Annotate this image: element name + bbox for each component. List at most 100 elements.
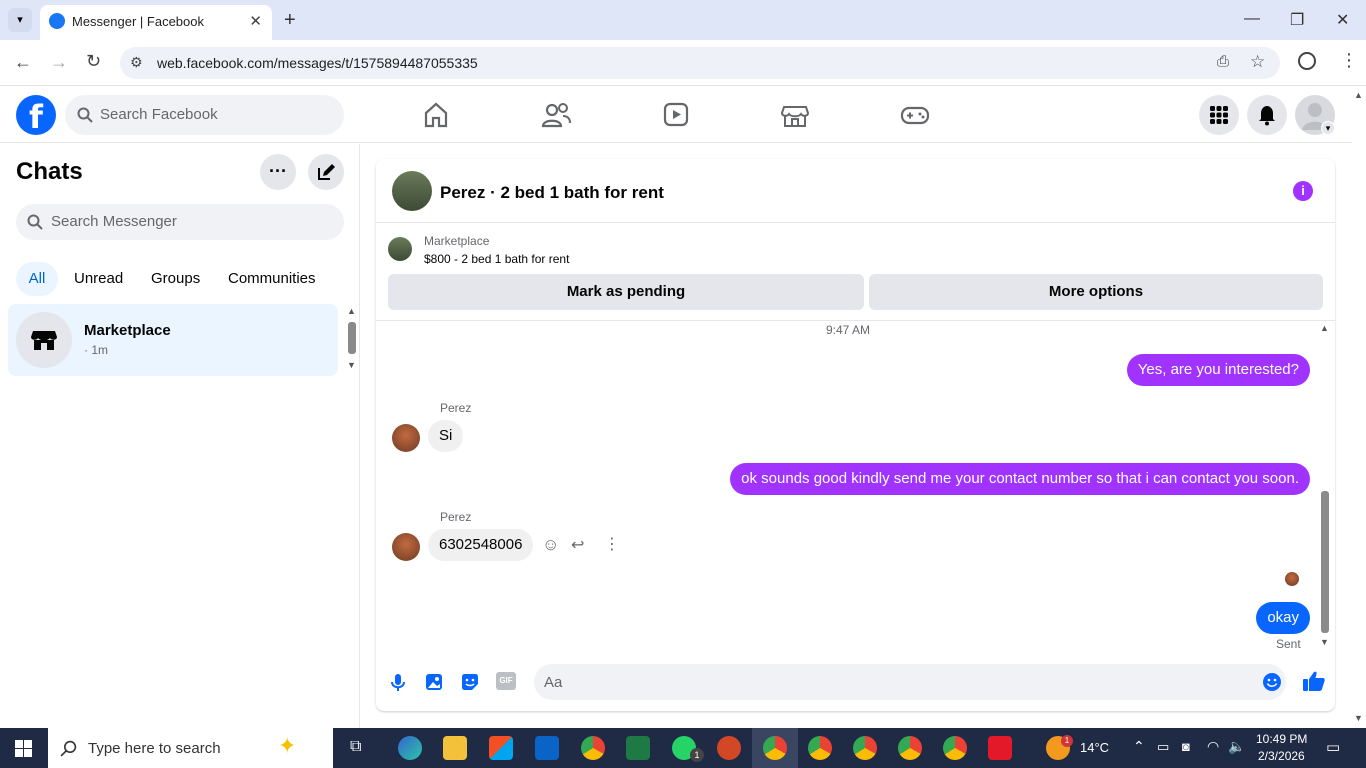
read-receipt-avatar	[1285, 572, 1299, 586]
mark-as-pending-button[interactable]: Mark as pending	[388, 274, 864, 310]
search-icon	[77, 107, 93, 123]
home-icon[interactable]	[416, 99, 456, 131]
photo-icon[interactable]	[424, 672, 444, 692]
chat-list-item[interactable]: Marketplace · 1m	[8, 304, 338, 376]
chat-list-scroll-down-icon[interactable]: ▼	[347, 360, 356, 370]
account-chevron-icon[interactable]: ▾	[1321, 121, 1335, 135]
emoji-icon[interactable]	[1262, 672, 1282, 692]
message-more-icon[interactable]: ⋮	[604, 534, 620, 554]
messenger-search-input[interactable]: Search Messenger	[16, 204, 344, 240]
chat-list-scroll-up-icon[interactable]: ▲	[347, 306, 356, 316]
browser-menu-icon[interactable]: ⋮	[1340, 50, 1358, 71]
minimize-icon[interactable]: —	[1244, 10, 1260, 28]
filter-communities[interactable]: Communities	[228, 270, 316, 287]
new-tab-icon[interactable]: +	[284, 9, 296, 32]
info-icon[interactable]: i	[1293, 181, 1313, 201]
search-icon	[27, 214, 43, 230]
react-emoji-icon[interactable]: ☺	[542, 535, 559, 555]
clock-time[interactable]: 10:49 PM	[1256, 732, 1307, 746]
facebook-logo-icon[interactable]: f	[16, 95, 56, 136]
filter-groups[interactable]: Groups	[151, 270, 200, 287]
weather-badge: 1	[1061, 735, 1073, 747]
video-icon[interactable]	[656, 99, 696, 131]
page-scroll-down-icon[interactable]: ▼	[1354, 713, 1363, 723]
wifi-icon[interactable]: ◠	[1207, 738, 1219, 755]
chat-list-scrollbar[interactable]	[348, 322, 356, 354]
sender-avatar[interactable]	[392, 424, 420, 452]
close-tab-icon[interactable]: ✕	[249, 12, 262, 30]
thread-scroll-down-icon[interactable]: ▼	[1320, 637, 1329, 647]
restore-icon[interactable]: ❐	[1290, 10, 1304, 30]
thread-scrollbar[interactable]	[1321, 491, 1329, 633]
reply-icon[interactable]: ↩	[571, 535, 584, 555]
task-view-icon[interactable]: ⧉	[350, 738, 361, 756]
conversation-title[interactable]: Perez · 2 bed 1 bath for rent	[440, 183, 664, 203]
profile-icon[interactable]	[1298, 52, 1316, 70]
outgoing-message[interactable]: ok sounds good kindly send me your conta…	[730, 463, 1310, 495]
chat-item-name: Marketplace	[84, 322, 171, 339]
microphone-icon[interactable]	[388, 672, 408, 692]
browser-tab[interactable]: Messenger | Facebook ✕	[40, 5, 272, 40]
filter-unread[interactable]: Unread	[74, 270, 123, 287]
active-chrome-slot[interactable]	[752, 728, 798, 768]
incoming-message[interactable]: 6302548006	[428, 529, 534, 561]
reload-icon[interactable]: ↻	[86, 51, 101, 72]
battery-icon[interactable]: ▭	[1157, 739, 1169, 755]
store-icon[interactable]	[489, 736, 513, 760]
incoming-message[interactable]: Si	[428, 420, 464, 452]
more-options-icon[interactable]: ···	[260, 154, 296, 190]
outgoing-message[interactable]: Yes, are you interested?	[1126, 354, 1310, 386]
sticker-icon[interactable]	[460, 672, 480, 692]
gaming-icon[interactable]	[895, 99, 935, 131]
edge-icon[interactable]	[398, 736, 422, 760]
like-thumbs-up-icon[interactable]	[1302, 670, 1326, 692]
account-avatar[interactable]: ▾	[1295, 95, 1335, 135]
message-input[interactable]: Aa	[534, 664, 1286, 700]
weather-temp[interactable]: 14°C	[1080, 740, 1109, 755]
back-icon[interactable]: ←	[14, 52, 32, 73]
tab-search-dropdown-icon[interactable]: ▾	[8, 8, 32, 32]
url-text[interactable]: web.facebook.com/messages/t/157589448705…	[157, 55, 478, 71]
powerpoint-icon[interactable]	[717, 736, 741, 760]
file-explorer-icon[interactable]	[443, 736, 467, 760]
thread-scroll-up-icon[interactable]: ▲	[1320, 323, 1329, 333]
gif-icon[interactable]: GIF	[496, 672, 516, 690]
camera-icon[interactable]: ◙	[1182, 739, 1190, 754]
chrome-profile-icon[interactable]	[943, 736, 967, 760]
taskbar-search-input[interactable]: Type here to search ✦	[48, 728, 333, 768]
chrome-profile-icon[interactable]	[898, 736, 922, 760]
friends-icon[interactable]	[536, 99, 576, 131]
chrome-icon[interactable]	[581, 736, 605, 760]
new-message-icon[interactable]	[308, 154, 344, 190]
windows-start-icon[interactable]	[15, 740, 32, 757]
outlook-icon[interactable]	[535, 736, 559, 760]
excel-icon[interactable]	[626, 736, 650, 760]
chrome-profile-icon[interactable]	[808, 736, 832, 760]
sender-avatar[interactable]	[392, 533, 420, 561]
filter-all[interactable]: All	[16, 262, 58, 296]
message-status: Sent	[1276, 637, 1301, 651]
omnibox[interactable]: ⚙ web.facebook.com/messages/t/1575894487…	[120, 47, 1280, 79]
show-hidden-icons-icon[interactable]: ⌃	[1133, 738, 1145, 755]
notifications-icon[interactable]: ▭	[1326, 738, 1340, 756]
listing-thumbnail	[388, 237, 412, 261]
bookmark-star-icon[interactable]: ☆	[1250, 52, 1265, 72]
outgoing-message[interactable]: okay	[1256, 602, 1310, 634]
conversation-avatar[interactable]	[392, 171, 432, 211]
forward-icon[interactable]: →	[50, 52, 68, 73]
chrome-profile-icon[interactable]	[853, 736, 877, 760]
notifications-bell-icon[interactable]	[1247, 95, 1287, 135]
site-info-icon[interactable]: ⚙	[130, 54, 143, 71]
volume-icon[interactable]: 🔈	[1228, 738, 1245, 755]
clock-date[interactable]: 2/3/2026	[1258, 749, 1305, 763]
browser-tab-bar: ▾ Messenger | Facebook ✕ + — ❐ ✕	[0, 0, 1366, 40]
marketplace-icon[interactable]	[775, 99, 815, 131]
menu-grid-icon[interactable]	[1199, 95, 1239, 135]
more-options-button[interactable]: More options	[869, 274, 1323, 310]
facebook-search-input[interactable]: Search Facebook	[65, 95, 344, 135]
page-scroll-up-icon[interactable]: ▲	[1354, 90, 1363, 100]
install-app-icon[interactable]: ⎙	[1217, 53, 1229, 70]
close-window-icon[interactable]: ✕	[1336, 10, 1349, 30]
wps-office-icon[interactable]	[988, 736, 1012, 760]
listing-title[interactable]: $800 - 2 bed 1 bath for rent	[424, 252, 569, 266]
